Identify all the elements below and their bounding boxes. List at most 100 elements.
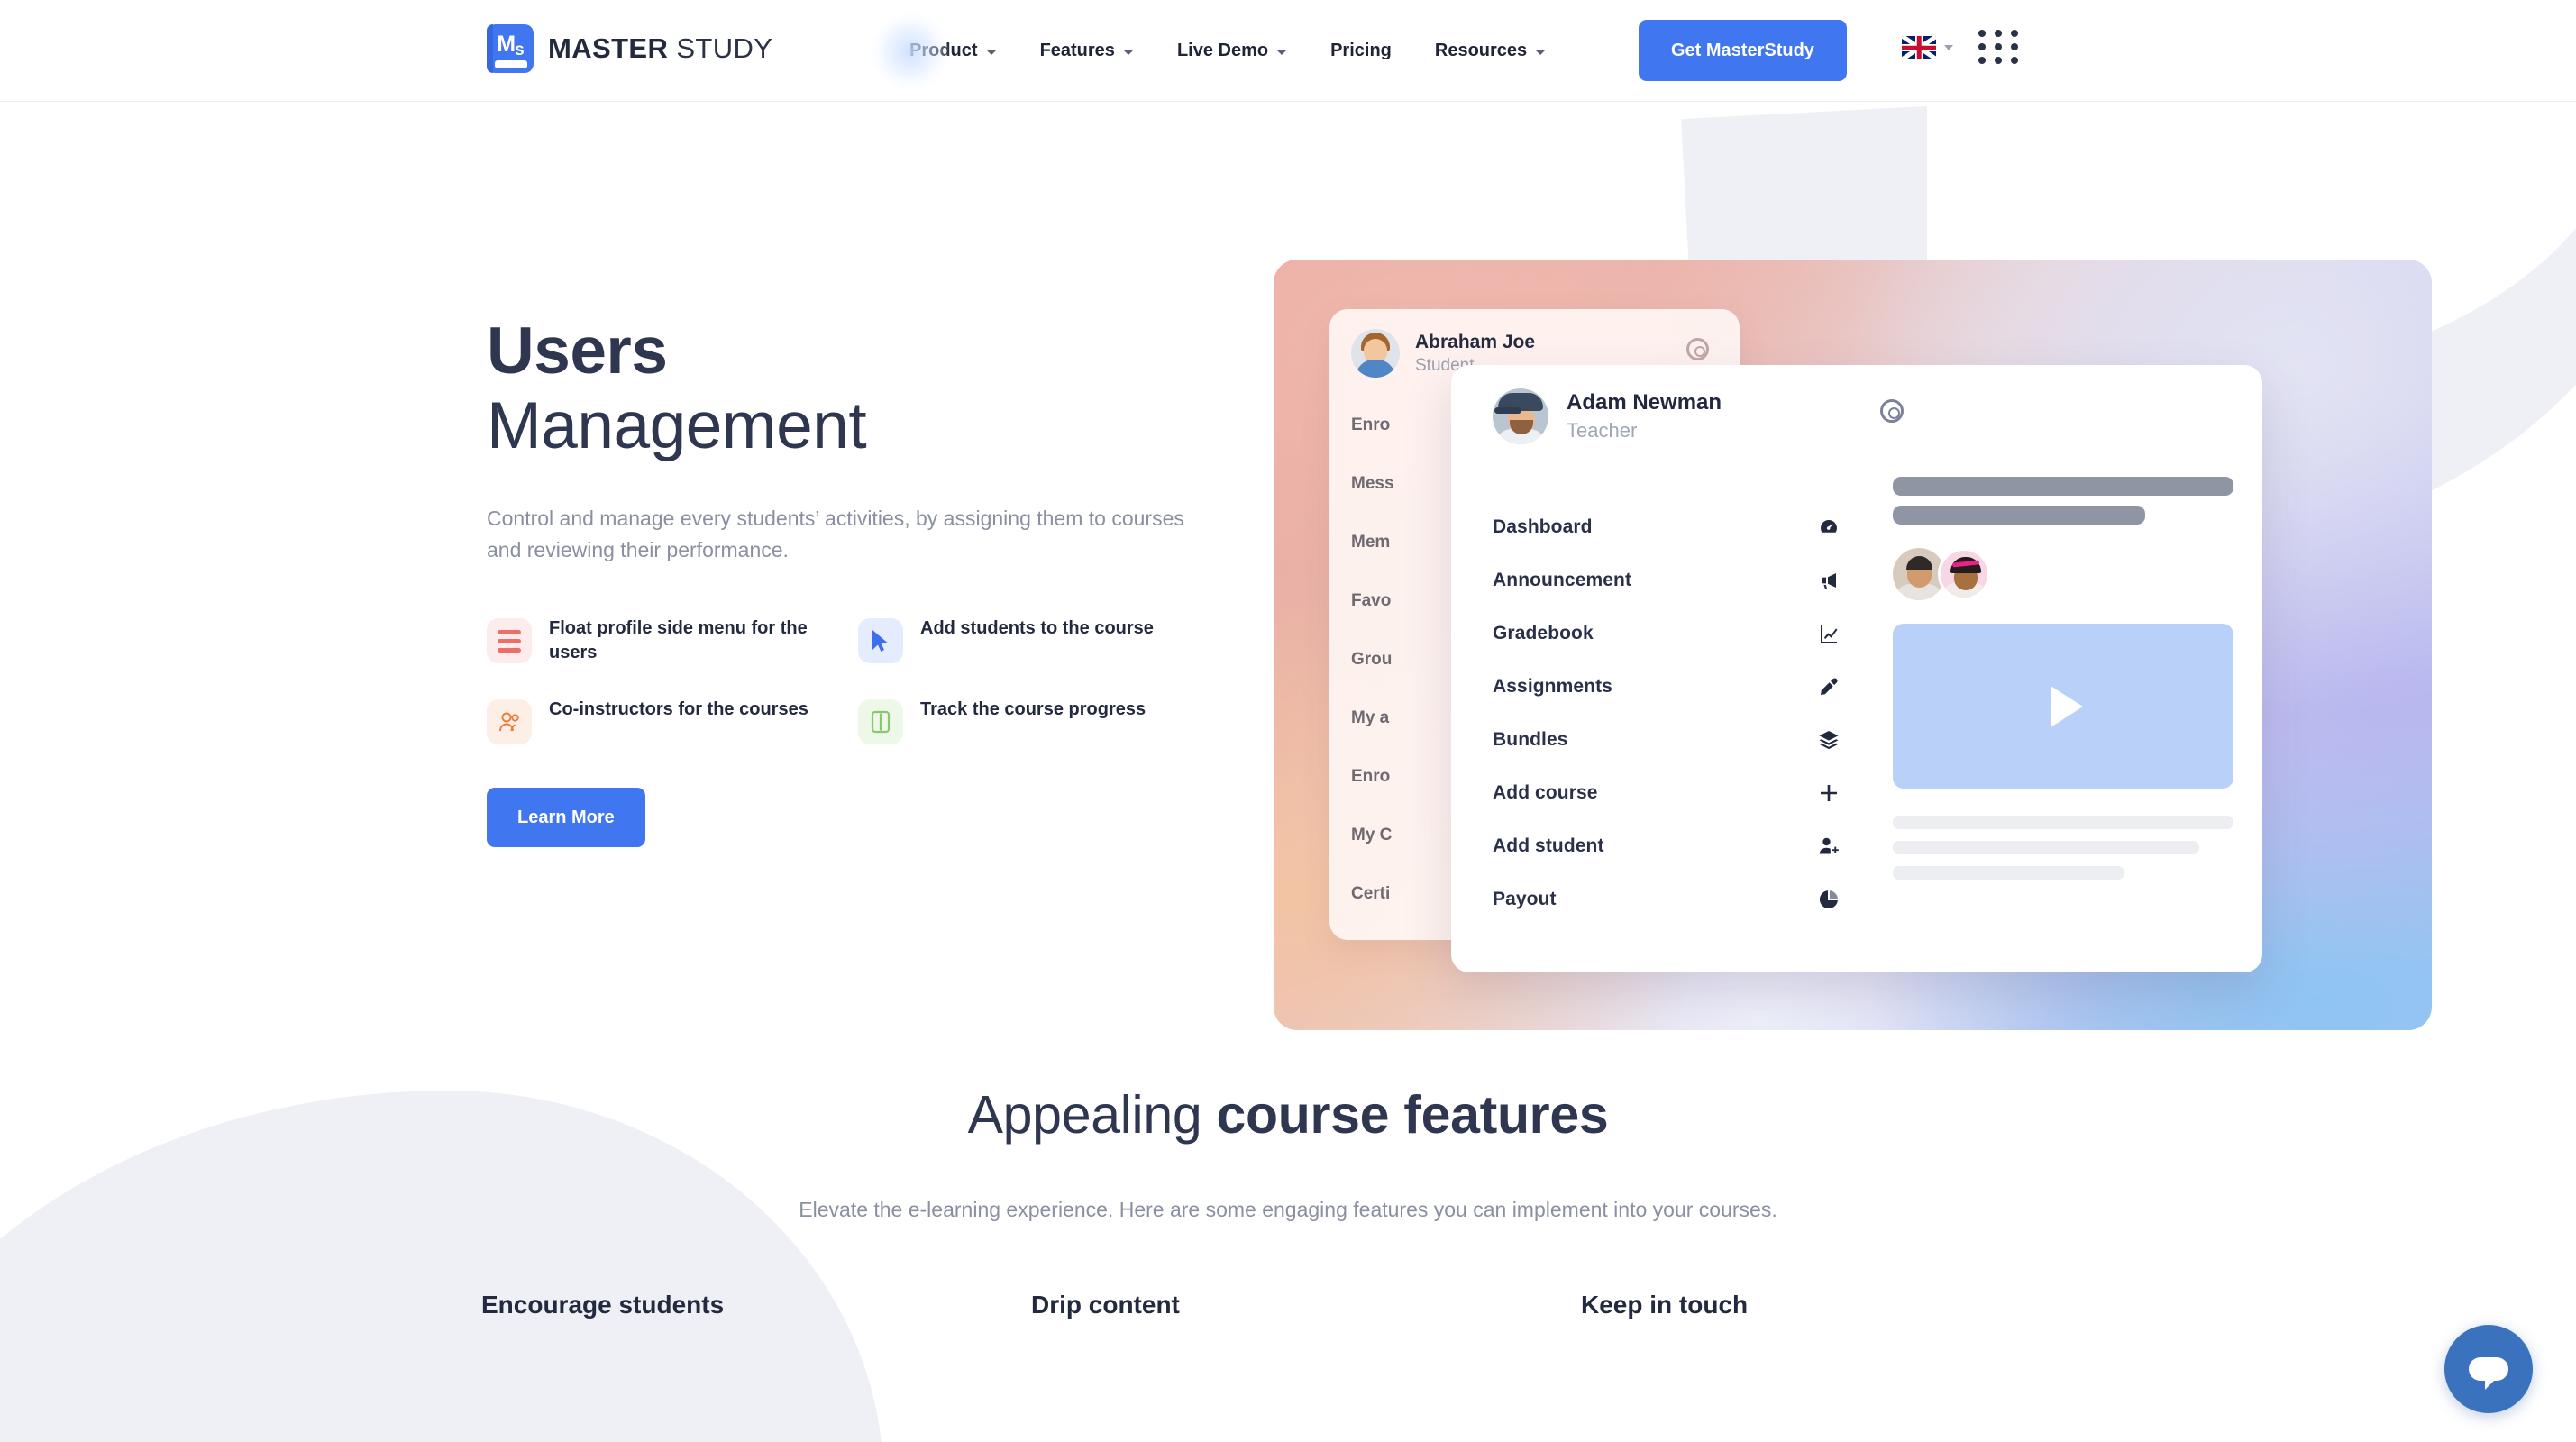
- feature-card-title: Drip content: [1031, 1291, 1180, 1319]
- hero-feature-item: Float profile side menu for the users: [487, 616, 858, 665]
- hero-feature-item: Add students to the course: [858, 616, 1229, 665]
- chevron-down-icon: [1535, 49, 1547, 55]
- teacher-role: Teacher: [1567, 419, 1638, 443]
- hero-product-mockup: Abraham Joe Student Enro Mess Mem Favo G…: [1274, 260, 2432, 1030]
- learn-more-button[interactable]: Learn More: [487, 788, 645, 848]
- nav-label: Live Demo: [1176, 41, 1269, 60]
- hero-feature-list: Float profile side menu for the users Ad…: [487, 616, 1244, 745]
- teacher-name: Adam Newman: [1567, 389, 1722, 415]
- menu-bars-icon: [487, 618, 532, 664]
- chat-widget-button[interactable]: [2444, 1325, 2533, 1413]
- pen-icon: [1817, 675, 1841, 698]
- section-subtitle: Elevate the e-learning experience. Here …: [799, 1198, 1777, 1221]
- feature-card-grid: Encourage students Drip content Keep in …: [0, 1291, 2576, 1319]
- skeleton-bar: [1893, 506, 2145, 525]
- page-root: Ms MASTER STUDY Product Features Live De…: [0, 0, 2576, 1442]
- chat-bubble-icon: [2469, 1357, 2508, 1390]
- menu-item-add-student[interactable]: Add student: [1493, 819, 1860, 872]
- feature-card: Encourage students: [481, 1291, 995, 1319]
- play-icon: [2051, 685, 2083, 727]
- teacher-card-header: Adam Newman Teacher: [1451, 365, 2262, 444]
- student-avatar-group: [1893, 548, 2233, 600]
- speedometer-icon: [1817, 516, 1841, 539]
- section-title-bold: course features: [1216, 1085, 1609, 1145]
- menu-item-payout[interactable]: Payout: [1493, 872, 1860, 926]
- menu-item-assignments[interactable]: Assignments: [1493, 660, 1860, 713]
- menu-item-bundles[interactable]: Bundles: [1493, 713, 1860, 766]
- nav-item-pricing[interactable]: Pricing: [1309, 0, 1413, 102]
- logo-wordmark: MASTER STUDY: [548, 32, 772, 65]
- dashboard-content-panel: [1893, 477, 2233, 880]
- site-header: Ms MASTER STUDY Product Features Live De…: [0, 0, 2576, 102]
- chevron-down-icon: [1944, 45, 1953, 50]
- cursor-arrow-icon: [858, 618, 903, 664]
- hero-feature-label: Float profile side menu for the users: [549, 618, 808, 663]
- users-icon: [487, 699, 532, 745]
- skeleton-bar: [1893, 841, 2200, 854]
- logo-word-light: STUDY: [676, 32, 773, 64]
- skeleton-bar: [1893, 866, 2125, 880]
- nav-item-features[interactable]: Features: [1019, 0, 1156, 102]
- pie-chart-icon: [1817, 888, 1841, 911]
- hero-title-light: Management: [487, 389, 867, 463]
- nav-item-resources[interactable]: Resources: [1413, 0, 1567, 102]
- uk-flag-icon: [1902, 36, 1936, 59]
- logo-mark-text: Ms: [497, 32, 524, 59]
- video-player[interactable]: [1893, 624, 2233, 789]
- plus-icon: [1817, 781, 1841, 805]
- menu-item-add-course[interactable]: Add course: [1493, 766, 1860, 819]
- nav-label: Pricing: [1330, 41, 1392, 60]
- logo-word-bold: MASTER: [548, 32, 669, 64]
- megaphone-icon: [1817, 569, 1841, 592]
- chevron-down-icon: [1276, 49, 1288, 55]
- menu-item-label: Dashboard: [1493, 516, 1593, 537]
- feature-card-title: Keep in touch: [1581, 1291, 1749, 1319]
- chart-line-icon: [1817, 622, 1841, 645]
- gear-icon[interactable]: [1880, 399, 1904, 423]
- user-plus-icon: [1817, 835, 1841, 858]
- menu-item-label: Bundles: [1493, 728, 1568, 750]
- nav-item-product[interactable]: Product: [888, 0, 1019, 102]
- apps-grid-icon[interactable]: [1978, 30, 2021, 64]
- menu-item-dashboard[interactable]: Dashboard: [1493, 500, 1860, 553]
- get-masterstudy-button[interactable]: Get MasterStudy: [1639, 20, 1847, 81]
- language-selector[interactable]: [1902, 36, 1953, 59]
- student-name: Abraham Joe: [1415, 331, 1536, 352]
- menu-item-announcement[interactable]: Announcement: [1493, 553, 1860, 607]
- skeleton-bar: [1893, 477, 2233, 496]
- main-nav: Product Features Live Demo Pricing Resou…: [888, 0, 1567, 102]
- chevron-down-icon: [985, 49, 997, 55]
- menu-item-label: Add course: [1493, 781, 1598, 803]
- menu-item-label: Assignments: [1493, 675, 1612, 697]
- nav-item-live-demo[interactable]: Live Demo: [1156, 0, 1309, 102]
- skeleton-bar: [1893, 816, 2233, 829]
- avatar: [1493, 388, 1548, 444]
- nav-label: Resources: [1434, 41, 1528, 60]
- feature-card: Drip content: [1031, 1291, 1545, 1319]
- menu-item-gradebook[interactable]: Gradebook: [1493, 607, 1860, 660]
- feature-card: Keep in touch: [1581, 1291, 2095, 1319]
- nav-label: Product: [909, 41, 978, 60]
- teacher-menu-list: Dashboard Announcement Gradebook Assignm…: [1493, 500, 1860, 926]
- hero-title-bold: Users: [487, 315, 668, 388]
- menu-item-label: Payout: [1493, 888, 1557, 909]
- chevron-down-icon: [1122, 49, 1134, 55]
- menu-item-label: Gradebook: [1493, 622, 1594, 643]
- logo[interactable]: Ms MASTER STUDY: [487, 24, 772, 73]
- hero-feature-label: Co-instructors for the courses: [549, 699, 808, 720]
- nav-label: Features: [1039, 41, 1115, 60]
- columns-icon: [858, 699, 903, 745]
- feature-card-title: Encourage students: [481, 1291, 725, 1319]
- logo-mark-icon: Ms: [487, 24, 534, 73]
- hero-feature-item: Co-instructors for the courses: [487, 698, 858, 745]
- menu-item-label: Announcement: [1493, 569, 1632, 590]
- avatar: [1351, 329, 1400, 378]
- menu-item-label: Add student: [1493, 835, 1604, 856]
- section-title-light: Appealing: [967, 1085, 1217, 1145]
- hero-feature-item: Track the course progress: [858, 698, 1229, 745]
- gear-icon[interactable]: [1686, 338, 1709, 360]
- hero-section: Users Management Control and manage ever…: [0, 102, 2576, 1084]
- layers-icon: [1817, 728, 1841, 752]
- course-features-section: Appealing course features Elevate the e-…: [0, 1084, 2576, 1319]
- hero-feature-label: Track the course progress: [920, 699, 1146, 720]
